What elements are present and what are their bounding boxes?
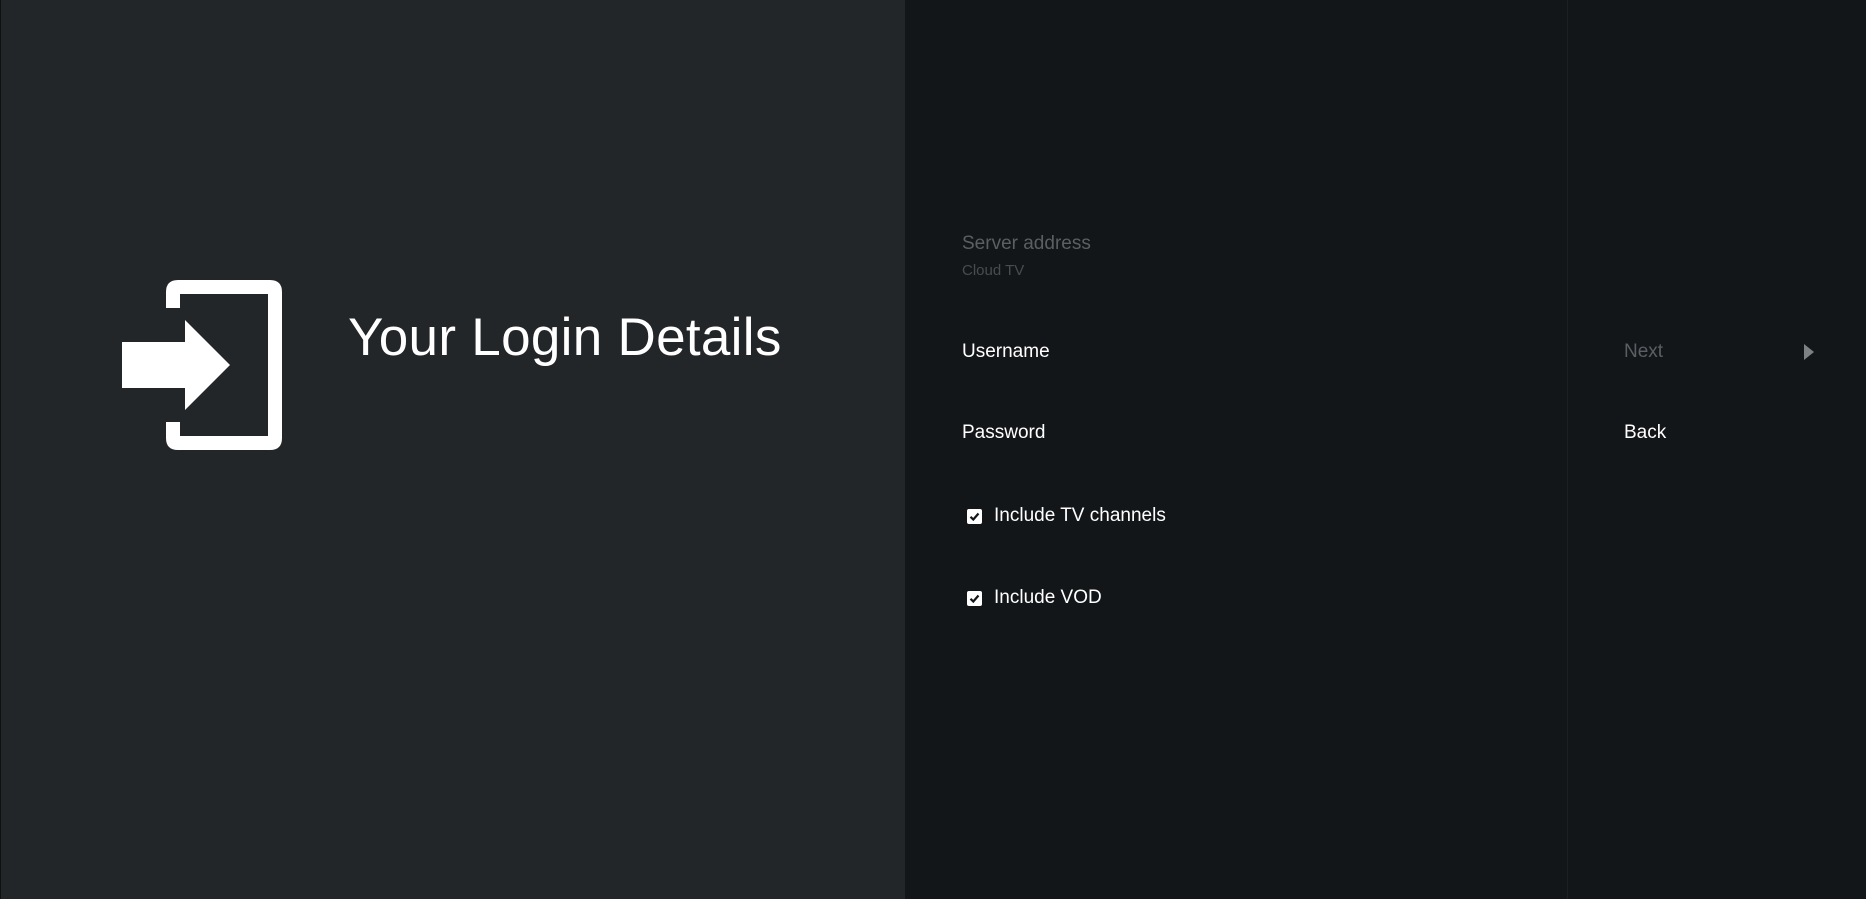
checkbox-checked-icon [967,508,982,524]
server-address-title: Server address [962,233,1091,254]
next-button[interactable]: Next [1624,341,1814,363]
password-field[interactable]: Password [962,422,1045,444]
page-title: Your Login Details [348,308,782,367]
actions-panel: Next Back [1567,0,1866,899]
include-tv-channels-checkbox[interactable]: Include TV channels [967,505,1166,527]
checkbox-checked-icon [967,590,982,606]
username-field[interactable]: Username [962,341,1050,363]
form-panel: Server address Cloud TV Username Passwor… [905,0,1567,899]
include-tv-channels-label: Include TV channels [994,505,1166,526]
back-button[interactable]: Back [1624,422,1814,444]
password-label: Password [962,422,1046,443]
back-button-label: Back [1624,422,1667,443]
server-address-value: Cloud TV [962,262,1025,279]
username-label: Username [962,341,1050,362]
next-button-label: Next [1624,341,1664,362]
server-address-field: Server address Cloud TV [962,233,1091,279]
guidance-panel: Your Login Details [0,0,905,899]
login-screen: Your Login Details Server address Cloud … [0,0,1866,899]
include-vod-label: Include VOD [994,587,1102,608]
login-icon [122,280,282,450]
include-vod-checkbox[interactable]: Include VOD [967,587,1102,609]
chevron-right-icon [1804,344,1814,360]
